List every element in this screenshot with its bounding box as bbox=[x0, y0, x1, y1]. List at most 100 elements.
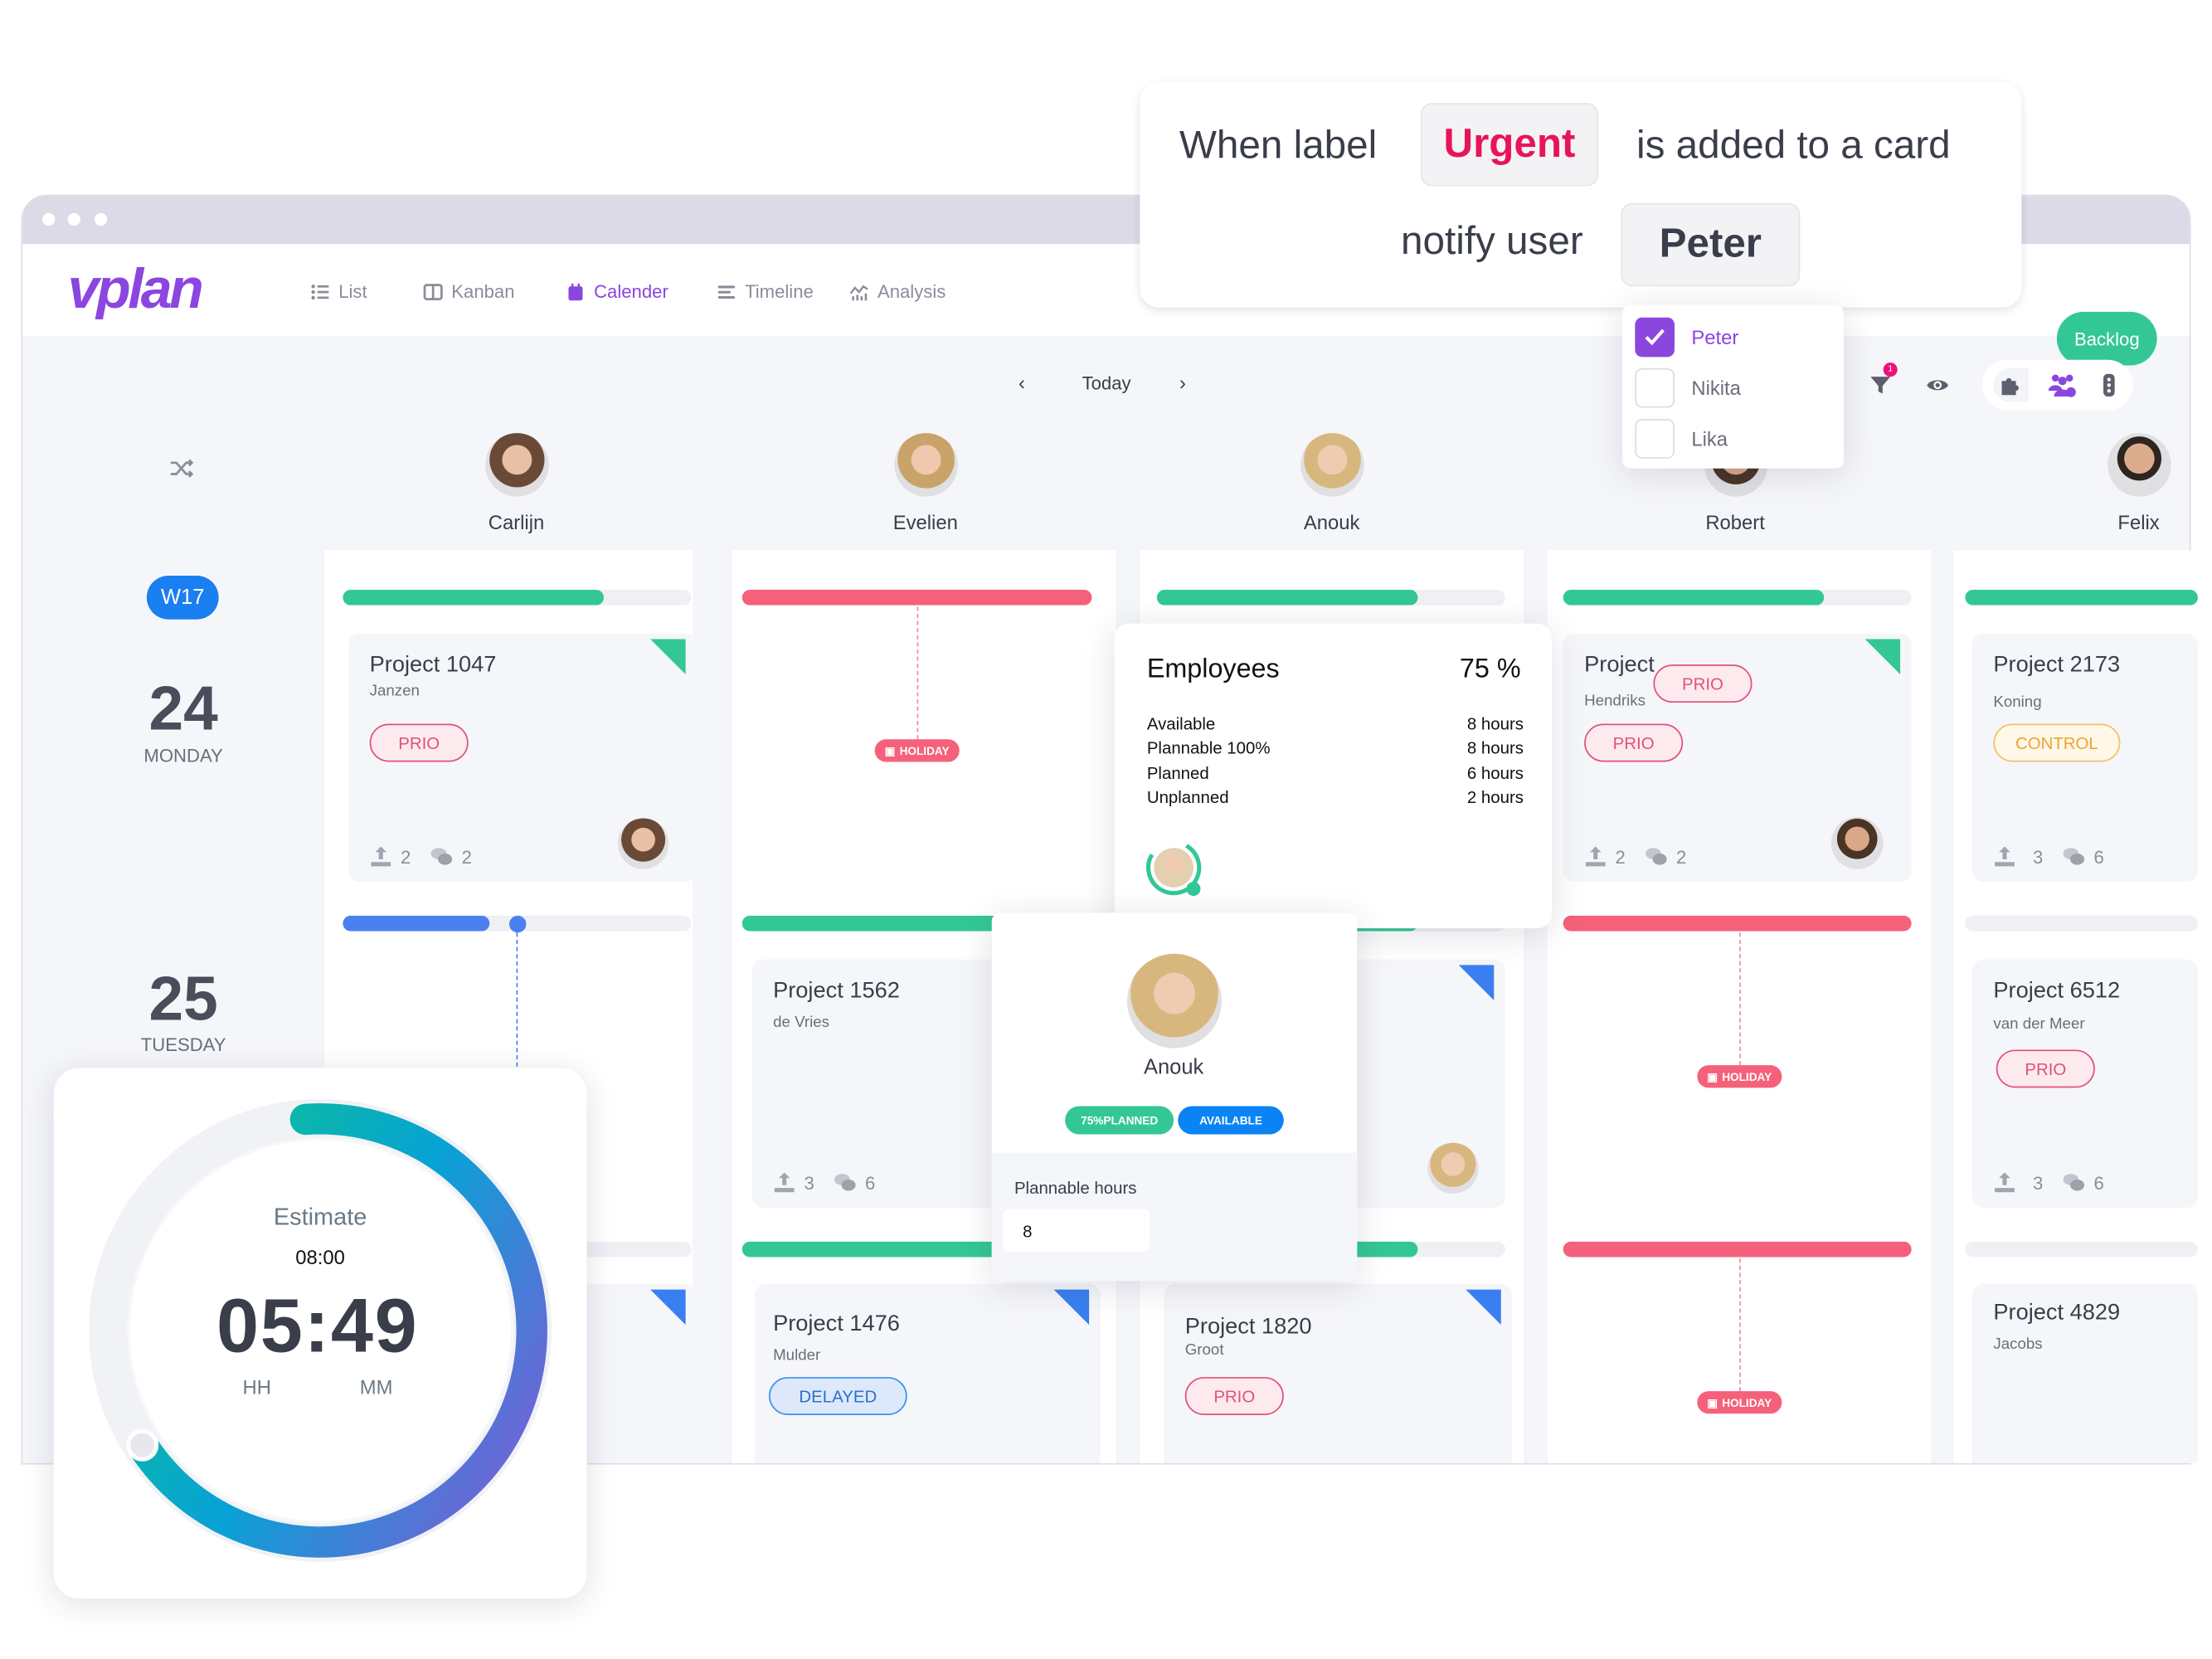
nav-label: Timeline bbox=[745, 280, 814, 302]
capacity-bar-fill bbox=[1563, 1241, 1912, 1258]
row-value: 6 hours bbox=[1466, 762, 1524, 783]
project-card[interactable]: Project 6512 van der Meer PRIO 3 6 bbox=[1971, 959, 2198, 1208]
rule-text-notify: notify user bbox=[1400, 218, 1583, 263]
project-card[interactable]: Project 1820 Groot PRIO bbox=[1164, 1283, 1513, 1463]
capacity-bar-fill bbox=[1563, 915, 1912, 932]
comments-icon[interactable] bbox=[2063, 1171, 2085, 1194]
checkbox[interactable] bbox=[1635, 367, 1675, 408]
upload-icon[interactable] bbox=[1993, 1171, 2015, 1194]
rule-text-when: When label bbox=[1179, 122, 1378, 167]
avatar-carlijn[interactable] bbox=[485, 433, 549, 497]
nav-analysis[interactable]: Analysis bbox=[849, 280, 946, 302]
assignee-avatar[interactable] bbox=[1830, 816, 1884, 869]
holiday-connector bbox=[916, 606, 919, 740]
avatar-anouk[interactable] bbox=[1300, 433, 1364, 497]
estimate-value: 08:00 bbox=[295, 1245, 345, 1269]
card-title: Project 1476 bbox=[773, 1311, 900, 1336]
checkbox-checked[interactable] bbox=[1635, 317, 1675, 358]
capacity-bar-fill bbox=[343, 915, 489, 932]
holiday-label: HOLIDAY bbox=[1722, 1070, 1772, 1083]
prev-date-button[interactable]: ‹ bbox=[1018, 371, 1025, 393]
card-client: Janzen bbox=[369, 683, 420, 700]
card-client: van der Meer bbox=[1993, 1015, 2085, 1034]
tag-prio[interactable]: PRIO bbox=[1184, 1377, 1284, 1415]
time-tracker-widget: Estimate 08:00 05:49 HH MM bbox=[53, 1068, 587, 1599]
checkbox[interactable] bbox=[1635, 419, 1675, 459]
card-title: Project 2173 bbox=[1993, 653, 2121, 678]
plannable-hours-label: Plannable hours bbox=[1014, 1178, 1137, 1199]
project-card[interactable]: Project 2173 Koning CONTROL 3 6 bbox=[1971, 633, 2198, 883]
minutes-label: MM bbox=[359, 1375, 393, 1399]
user-option-lika[interactable]: Lika bbox=[1635, 419, 1728, 459]
nav-list[interactable]: List bbox=[310, 280, 367, 302]
visibility-button[interactable] bbox=[1926, 375, 1950, 401]
nav-calendar[interactable]: Calender bbox=[566, 280, 668, 302]
tag-delayed[interactable]: DELAYED bbox=[768, 1377, 907, 1415]
card-client: Jacobs bbox=[1993, 1335, 2043, 1354]
tag-prio[interactable]: PRIO bbox=[1584, 723, 1684, 762]
employee-name: Felix bbox=[2117, 510, 2160, 533]
comments-icon[interactable] bbox=[1646, 845, 1668, 868]
list-icon bbox=[311, 284, 329, 299]
ring-drag-handle[interactable] bbox=[126, 1428, 159, 1462]
chevron-left-icon: ‹ bbox=[1018, 371, 1025, 394]
today-button[interactable]: Today bbox=[1082, 372, 1131, 394]
card-title: Project 6512 bbox=[1993, 979, 2121, 1004]
holiday-badge: ▣ HOLIDAY bbox=[1697, 1391, 1782, 1414]
comments-icon[interactable] bbox=[2063, 845, 2085, 868]
employee-profile-popup: Anouk 75%PLANNED AVAILABLE Plannable hou… bbox=[991, 912, 1358, 1282]
shuffle-icon[interactable] bbox=[169, 457, 195, 479]
user-select[interactable]: Peter bbox=[1621, 202, 1801, 287]
next-date-button[interactable]: › bbox=[1179, 371, 1186, 393]
upload-icon[interactable] bbox=[370, 845, 392, 868]
holiday-badge: ▣ HOLIDAY bbox=[874, 739, 960, 762]
window-dot[interactable] bbox=[42, 212, 56, 226]
upload-icon[interactable] bbox=[773, 1171, 795, 1194]
week-badge[interactable]: W17 bbox=[146, 575, 219, 620]
upload-count: 3 bbox=[2032, 845, 2044, 868]
avatar-evelien[interactable] bbox=[894, 433, 958, 497]
assignee-avatar[interactable] bbox=[1427, 1142, 1479, 1194]
label-select-urgent[interactable]: Urgent bbox=[1420, 103, 1599, 187]
tag-control[interactable]: CONTROL bbox=[1993, 723, 2121, 762]
window-dot[interactable] bbox=[67, 212, 80, 226]
capacity-slider-handle[interactable] bbox=[509, 915, 527, 933]
capacity-bar-fill bbox=[741, 915, 1005, 932]
user-option-nikita[interactable]: Nikita bbox=[1635, 367, 1741, 408]
project-card[interactable]: Project 1047 Janzen PRIO 2 2 bbox=[348, 633, 698, 883]
nav-kanban[interactable]: Kanban bbox=[423, 280, 515, 302]
nav-label: List bbox=[338, 280, 367, 302]
window-dot[interactable] bbox=[94, 212, 108, 226]
capacity-ring-avatar[interactable] bbox=[1144, 838, 1206, 900]
day-number: 24 bbox=[148, 674, 218, 744]
card-client: Groot bbox=[1184, 1341, 1224, 1359]
plugins-button[interactable] bbox=[1993, 367, 2029, 402]
vplan-logo[interactable]: vplan bbox=[68, 258, 204, 322]
backlog-button[interactable]: Backlog bbox=[2056, 311, 2157, 366]
project-card[interactable]: Project 4829 Jacobs bbox=[1971, 1283, 2198, 1463]
nav-label: Kanban bbox=[451, 280, 515, 302]
available-badge: AVAILABLE bbox=[1178, 1106, 1284, 1135]
users-cog-icon[interactable] bbox=[2048, 372, 2077, 398]
dragged-tag-prio[interactable]: PRIO bbox=[1653, 664, 1753, 703]
check-icon bbox=[1645, 328, 1665, 346]
upload-icon[interactable] bbox=[1584, 845, 1607, 868]
user-option-peter[interactable]: Peter bbox=[1635, 317, 1738, 358]
plannable-hours-input[interactable]: 8 bbox=[1003, 1209, 1150, 1252]
filter-button[interactable]: 1 bbox=[1869, 362, 1898, 397]
project-card[interactable]: Project 1476 Mulder DELAYED bbox=[754, 1283, 1101, 1463]
status-corner bbox=[1466, 1289, 1501, 1326]
avatar-felix[interactable] bbox=[2107, 433, 2171, 497]
project-card[interactable]: Project Hendriks PRIO PRIO 2 2 bbox=[1563, 633, 1912, 883]
capacity-bar-robert bbox=[1563, 915, 1912, 932]
tag-prio[interactable]: PRIO bbox=[1996, 1049, 2095, 1088]
upload-icon[interactable] bbox=[1993, 845, 2015, 868]
comments-icon[interactable] bbox=[430, 845, 453, 868]
kanban-icon bbox=[423, 283, 443, 300]
card-meta: 3 6 bbox=[773, 1171, 875, 1194]
tag-prio[interactable]: PRIO bbox=[369, 723, 469, 762]
assignee-avatar[interactable] bbox=[617, 818, 669, 869]
more-vertical-icon[interactable] bbox=[2102, 372, 2116, 398]
nav-timeline[interactable]: Timeline bbox=[717, 280, 814, 302]
comments-icon[interactable] bbox=[834, 1171, 857, 1194]
